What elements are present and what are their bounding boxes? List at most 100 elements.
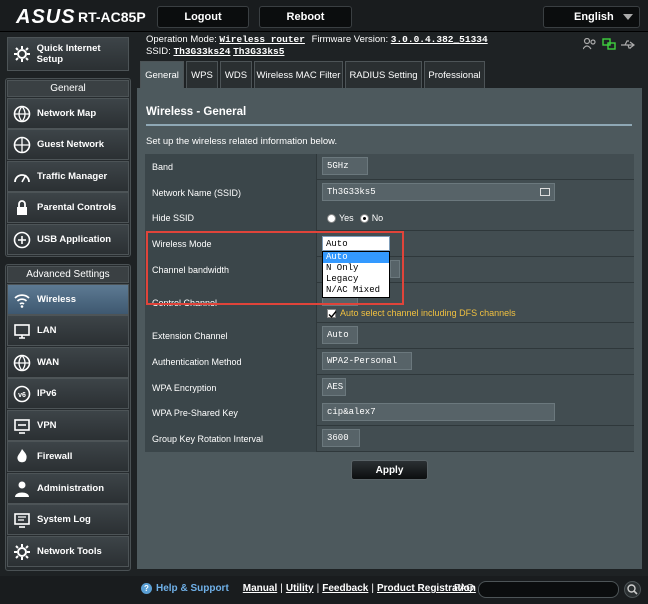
- sidebar-item-label: WAN: [37, 357, 60, 368]
- network-status-icon[interactable]: [602, 38, 616, 51]
- sidebar-item-label: Administration: [37, 483, 105, 494]
- extension-channel-label: Extension Channel: [145, 323, 317, 349]
- form-row-key-rotation: Group Key Rotation Interval 3600: [145, 426, 634, 452]
- form-row-ssid: Network Name (SSID) Th3G33ks5: [145, 180, 634, 206]
- footer-separator: |: [316, 583, 320, 594]
- sidebar-item-label: LAN: [37, 325, 57, 336]
- reboot-button[interactable]: Reboot: [259, 6, 352, 28]
- sidebar-item-label: Parental Controls: [37, 202, 117, 213]
- sidebar-item-label: IPv6: [37, 388, 57, 399]
- utility-link[interactable]: Utility: [286, 583, 314, 594]
- help-support-link[interactable]: Help & Support: [156, 583, 229, 594]
- ssid-field-label: Network Name (SSID): [145, 180, 317, 206]
- sidebar-item-wan[interactable]: WAN: [7, 347, 129, 378]
- vpn-icon: [12, 416, 32, 436]
- sidebar-item-label: Quick Internet Setup: [36, 43, 101, 65]
- language-select[interactable]: English: [543, 6, 640, 28]
- quick-setup-icon: [12, 44, 32, 64]
- wpa-encryption-label: WPA Encryption: [145, 375, 317, 401]
- asus-logo: ASUS: [16, 6, 76, 28]
- tab-general[interactable]: General: [140, 61, 184, 88]
- sidebar-item-network-map[interactable]: Network Map: [7, 98, 129, 129]
- sidebar-item-label: Network Map: [37, 108, 97, 119]
- network-tools-icon: [12, 542, 32, 562]
- sidebar-item-parental-controls[interactable]: Parental Controls: [7, 192, 129, 223]
- sidebar-item-guest-network[interactable]: Guest Network: [7, 129, 129, 160]
- key-rotation-label: Group Key Rotation Interval: [145, 426, 317, 452]
- tab-radius-setting[interactable]: RADIUS Setting: [345, 61, 422, 88]
- search-icon[interactable]: [624, 581, 641, 598]
- ssid-24-link[interactable]: Th3G33ks24: [173, 46, 230, 57]
- sidebar-item-label: Traffic Manager: [37, 171, 108, 182]
- page-title: Wireless - General: [146, 106, 247, 118]
- model-name: RT-AC85P: [78, 9, 146, 25]
- ipv6-icon: v6: [12, 384, 32, 404]
- dfs-label: Auto select channel including DFS channe…: [340, 308, 516, 318]
- extension-channel-select[interactable]: Auto: [322, 326, 358, 344]
- wpa-encryption-select[interactable]: AES: [322, 378, 346, 396]
- band-label: Band: [145, 154, 317, 180]
- logout-button[interactable]: Logout: [157, 6, 249, 28]
- ssid-input[interactable]: Th3G33ks5: [322, 183, 555, 201]
- sidebar-item-label: Guest Network: [37, 139, 105, 150]
- keyboard-icon: [540, 188, 550, 196]
- sidebar-general-header: General: [7, 80, 129, 97]
- tab-wireless-mac-filter[interactable]: Wireless MAC Filter: [254, 61, 343, 88]
- traffic-manager-icon: [12, 167, 32, 187]
- ssid-5-link[interactable]: Th3G33ks5: [233, 46, 284, 57]
- ssid-label: SSID:: [146, 46, 171, 57]
- usb-status-icon[interactable]: [620, 40, 636, 50]
- help-icon: ?: [141, 583, 152, 594]
- sidebar-item-ipv6[interactable]: v6 IPv6: [7, 378, 129, 409]
- chevron-down-icon: [623, 14, 633, 20]
- auth-method-select[interactable]: WPA2-Personal: [322, 352, 412, 370]
- fw-label: Firmware Version:: [311, 34, 389, 45]
- sidebar-item-label: USB Application: [37, 234, 112, 245]
- firmware-link[interactable]: 3.0.0.4.382_51334: [391, 34, 488, 45]
- manual-link[interactable]: Manual: [243, 583, 277, 594]
- sidebar-item-label: VPN: [37, 420, 57, 431]
- key-rotation-input[interactable]: 3600: [322, 429, 360, 447]
- feedback-link[interactable]: Feedback: [322, 583, 368, 594]
- wan-icon: [12, 353, 32, 373]
- form-row-psk: WPA Pre-Shared Key cip&alex7: [145, 400, 634, 426]
- dfs-checkbox[interactable]: [327, 308, 337, 318]
- page-description: Set up the wireless related information …: [146, 136, 338, 147]
- tab-wds[interactable]: WDS: [220, 61, 252, 88]
- hide-ssid-label: Hide SSID: [145, 205, 317, 231]
- sidebar-item-system-log[interactable]: System Log: [7, 504, 129, 535]
- faq-label: FAQ: [454, 583, 475, 594]
- form-row-wpa-encryption: WPA Encryption AES: [145, 375, 634, 401]
- op-mode-link[interactable]: Wireless router: [219, 34, 305, 45]
- clients-status-icon[interactable]: [582, 37, 597, 50]
- sidebar-item-firewall[interactable]: Firewall: [7, 441, 129, 472]
- usb-icon: [12, 230, 32, 250]
- sidebar-item-lan[interactable]: LAN: [7, 315, 129, 346]
- hide-ssid-yes-radio[interactable]: [327, 213, 336, 223]
- sidebar-item-wireless[interactable]: Wireless: [7, 284, 129, 315]
- hide-ssid-no-label: No: [371, 213, 384, 223]
- sidebar-item-administration[interactable]: Administration: [7, 473, 129, 504]
- op-mode-label: Operation Mode:: [146, 34, 217, 45]
- sidebar-item-traffic-manager[interactable]: Traffic Manager: [7, 161, 129, 192]
- footer-links: ? Help & Support Manual | Utility | Feed…: [141, 583, 476, 594]
- guest-network-icon: [12, 135, 32, 155]
- band-select[interactable]: 5GHz: [322, 157, 368, 175]
- tab-wps[interactable]: WPS: [186, 61, 218, 88]
- ssid-line: SSID: Th3G33ks24 Th3G33ks5: [146, 46, 284, 57]
- sidebar-item-usb-application[interactable]: USB Application: [7, 224, 129, 255]
- network-map-icon: [12, 104, 32, 124]
- svg-text:v6: v6: [18, 392, 26, 399]
- hide-ssid-no-radio[interactable]: [359, 213, 369, 223]
- sidebar-item-quick-internet-setup[interactable]: Quick Internet Setup: [7, 37, 129, 71]
- form-row-extension-channel: Extension Channel Auto: [145, 323, 634, 349]
- sidebar-item-network-tools[interactable]: Network Tools: [7, 536, 129, 567]
- apply-button[interactable]: Apply: [351, 460, 428, 480]
- faq-search-input[interactable]: [478, 581, 619, 598]
- tab-professional[interactable]: Professional: [424, 61, 485, 88]
- hide-ssid-yes-label: Yes: [339, 213, 354, 223]
- parental-controls-icon: [12, 198, 32, 218]
- psk-input[interactable]: cip&alex7: [322, 403, 555, 421]
- sidebar-item-vpn[interactable]: VPN: [7, 410, 129, 441]
- auth-method-label: Authentication Method: [145, 349, 317, 375]
